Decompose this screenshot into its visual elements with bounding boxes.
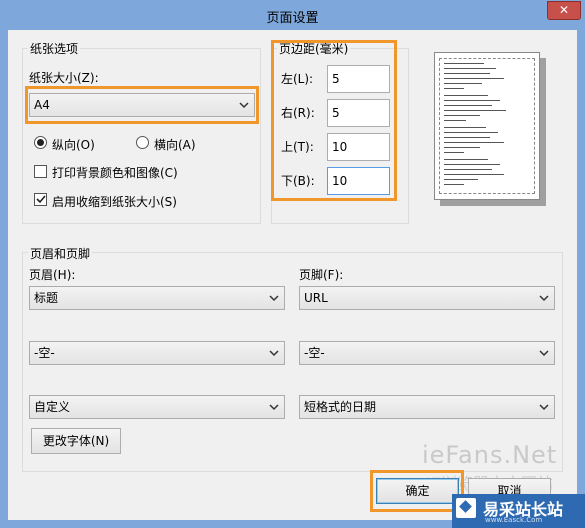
- checkmark-icon: [36, 195, 46, 204]
- logo-mark-icon: [456, 498, 476, 518]
- chevron-down-icon: [539, 350, 549, 357]
- margin-top-input[interactable]: 10: [327, 133, 390, 161]
- paper-options-title: 纸张选项: [28, 40, 81, 57]
- title-bar[interactable]: 页面设置 ✕: [0, 0, 585, 30]
- margin-bottom-label: 下(B):: [281, 174, 315, 188]
- preview-text-line: [444, 174, 504, 175]
- header-select-3[interactable]: 自定义: [29, 395, 285, 419]
- paper-size-value: A4: [34, 98, 50, 112]
- change-font-button[interactable]: 更改字体(N): [31, 428, 121, 454]
- preview-text-line: [444, 164, 500, 165]
- header-footer-title: 页眉和页脚: [28, 245, 93, 262]
- preview-text-line: [444, 95, 488, 96]
- preview-text-line: [444, 63, 484, 64]
- header-select-2[interactable]: -空-: [29, 341, 285, 365]
- header-select-2-value: -空-: [34, 346, 55, 360]
- preview-text-line: [444, 73, 490, 74]
- site-logo: 易采站长站 www.Easck.Com: [452, 494, 585, 528]
- landscape-label[interactable]: 横向(A): [154, 136, 196, 153]
- preview-text-line: [444, 105, 492, 106]
- preview-text-line: [444, 115, 480, 116]
- preview-text-line: [444, 120, 466, 121]
- header-label: 页眉(H):: [29, 268, 76, 282]
- paper-size-label: 纸张大小(Z):: [29, 71, 99, 85]
- portrait-radio[interactable]: [34, 136, 47, 149]
- header-select-3-value: 自定义: [34, 400, 71, 414]
- logo-url: www.Easck.Com: [485, 516, 543, 524]
- footer-select-2-value: -空-: [304, 346, 325, 360]
- chevron-down-icon: [269, 404, 279, 411]
- preview-text-line: [444, 159, 488, 160]
- preview-text-line: [444, 169, 492, 170]
- margin-bottom-input[interactable]: 10: [327, 167, 390, 195]
- chevron-down-icon: [539, 404, 549, 411]
- margins-title: 页边距(毫米): [277, 40, 351, 57]
- preview-text-line: [444, 132, 498, 133]
- portrait-label[interactable]: 纵向(O): [52, 136, 95, 153]
- preview-text-line: [444, 147, 480, 148]
- page-preview: [434, 52, 540, 200]
- print-background-label[interactable]: 打印背景颜色和图像(C): [52, 164, 178, 181]
- margin-right-input[interactable]: 5: [327, 99, 390, 127]
- page-setup-dialog: 页面设置 ✕ 纸张选项 纸张大小(Z): A4 纵向(O) 横向(A) 打印背景…: [0, 0, 585, 528]
- dialog-body: 纸张选项 纸张大小(Z): A4 纵向(O) 横向(A) 打印背景颜色和图像(C…: [8, 30, 577, 520]
- watermark-site-name: ieFans.Net: [422, 441, 558, 469]
- chevron-down-icon: [539, 295, 549, 302]
- preview-text-line: [444, 137, 490, 138]
- close-button[interactable]: ✕: [547, 1, 581, 20]
- ok-button[interactable]: 确定: [376, 478, 459, 504]
- margin-left-label: 左(L):: [281, 72, 314, 86]
- chevron-down-icon: [269, 295, 279, 302]
- preview-margin-outline: [439, 58, 535, 194]
- preview-text-line: [444, 152, 464, 153]
- preview-text-line: [444, 100, 500, 101]
- footer-select-2[interactable]: -空-: [299, 341, 555, 365]
- window-title: 页面设置: [266, 11, 319, 26]
- print-background-checkbox[interactable]: [34, 165, 47, 178]
- preview-text-line: [444, 88, 464, 89]
- chevron-down-icon: [269, 350, 279, 357]
- chevron-down-icon: [239, 102, 249, 109]
- shrink-to-fit-label[interactable]: 启用收缩到纸张大小(S): [52, 193, 177, 210]
- preview-text-line: [444, 78, 504, 79]
- preview-text-line: [444, 110, 506, 111]
- preview-text-line: [444, 179, 478, 180]
- preview-text-line: [444, 127, 486, 128]
- preview-text-line: [444, 68, 496, 69]
- margin-left-input[interactable]: 5: [327, 65, 390, 93]
- landscape-radio[interactable]: [136, 136, 149, 149]
- paper-size-select[interactable]: A4: [29, 93, 255, 117]
- preview-text-line: [444, 83, 482, 84]
- footer-select-1-value: URL: [304, 291, 328, 305]
- preview-text-line: [444, 142, 504, 143]
- preview-text-line: [444, 184, 464, 185]
- radio-selected-dot: [37, 139, 44, 146]
- close-icon: ✕: [558, 3, 570, 17]
- footer-label: 页脚(F):: [299, 268, 344, 282]
- footer-select-3-value: 短格式的日期: [304, 400, 377, 414]
- shrink-to-fit-checkbox[interactable]: [34, 193, 47, 206]
- margin-top-label: 上(T):: [281, 140, 314, 154]
- footer-select-1[interactable]: URL: [299, 286, 555, 310]
- header-select-1-value: 标题: [34, 291, 59, 305]
- header-select-1[interactable]: 标题: [29, 286, 285, 310]
- footer-select-3[interactable]: 短格式的日期: [299, 395, 555, 419]
- margin-right-label: 右(R):: [281, 106, 315, 120]
